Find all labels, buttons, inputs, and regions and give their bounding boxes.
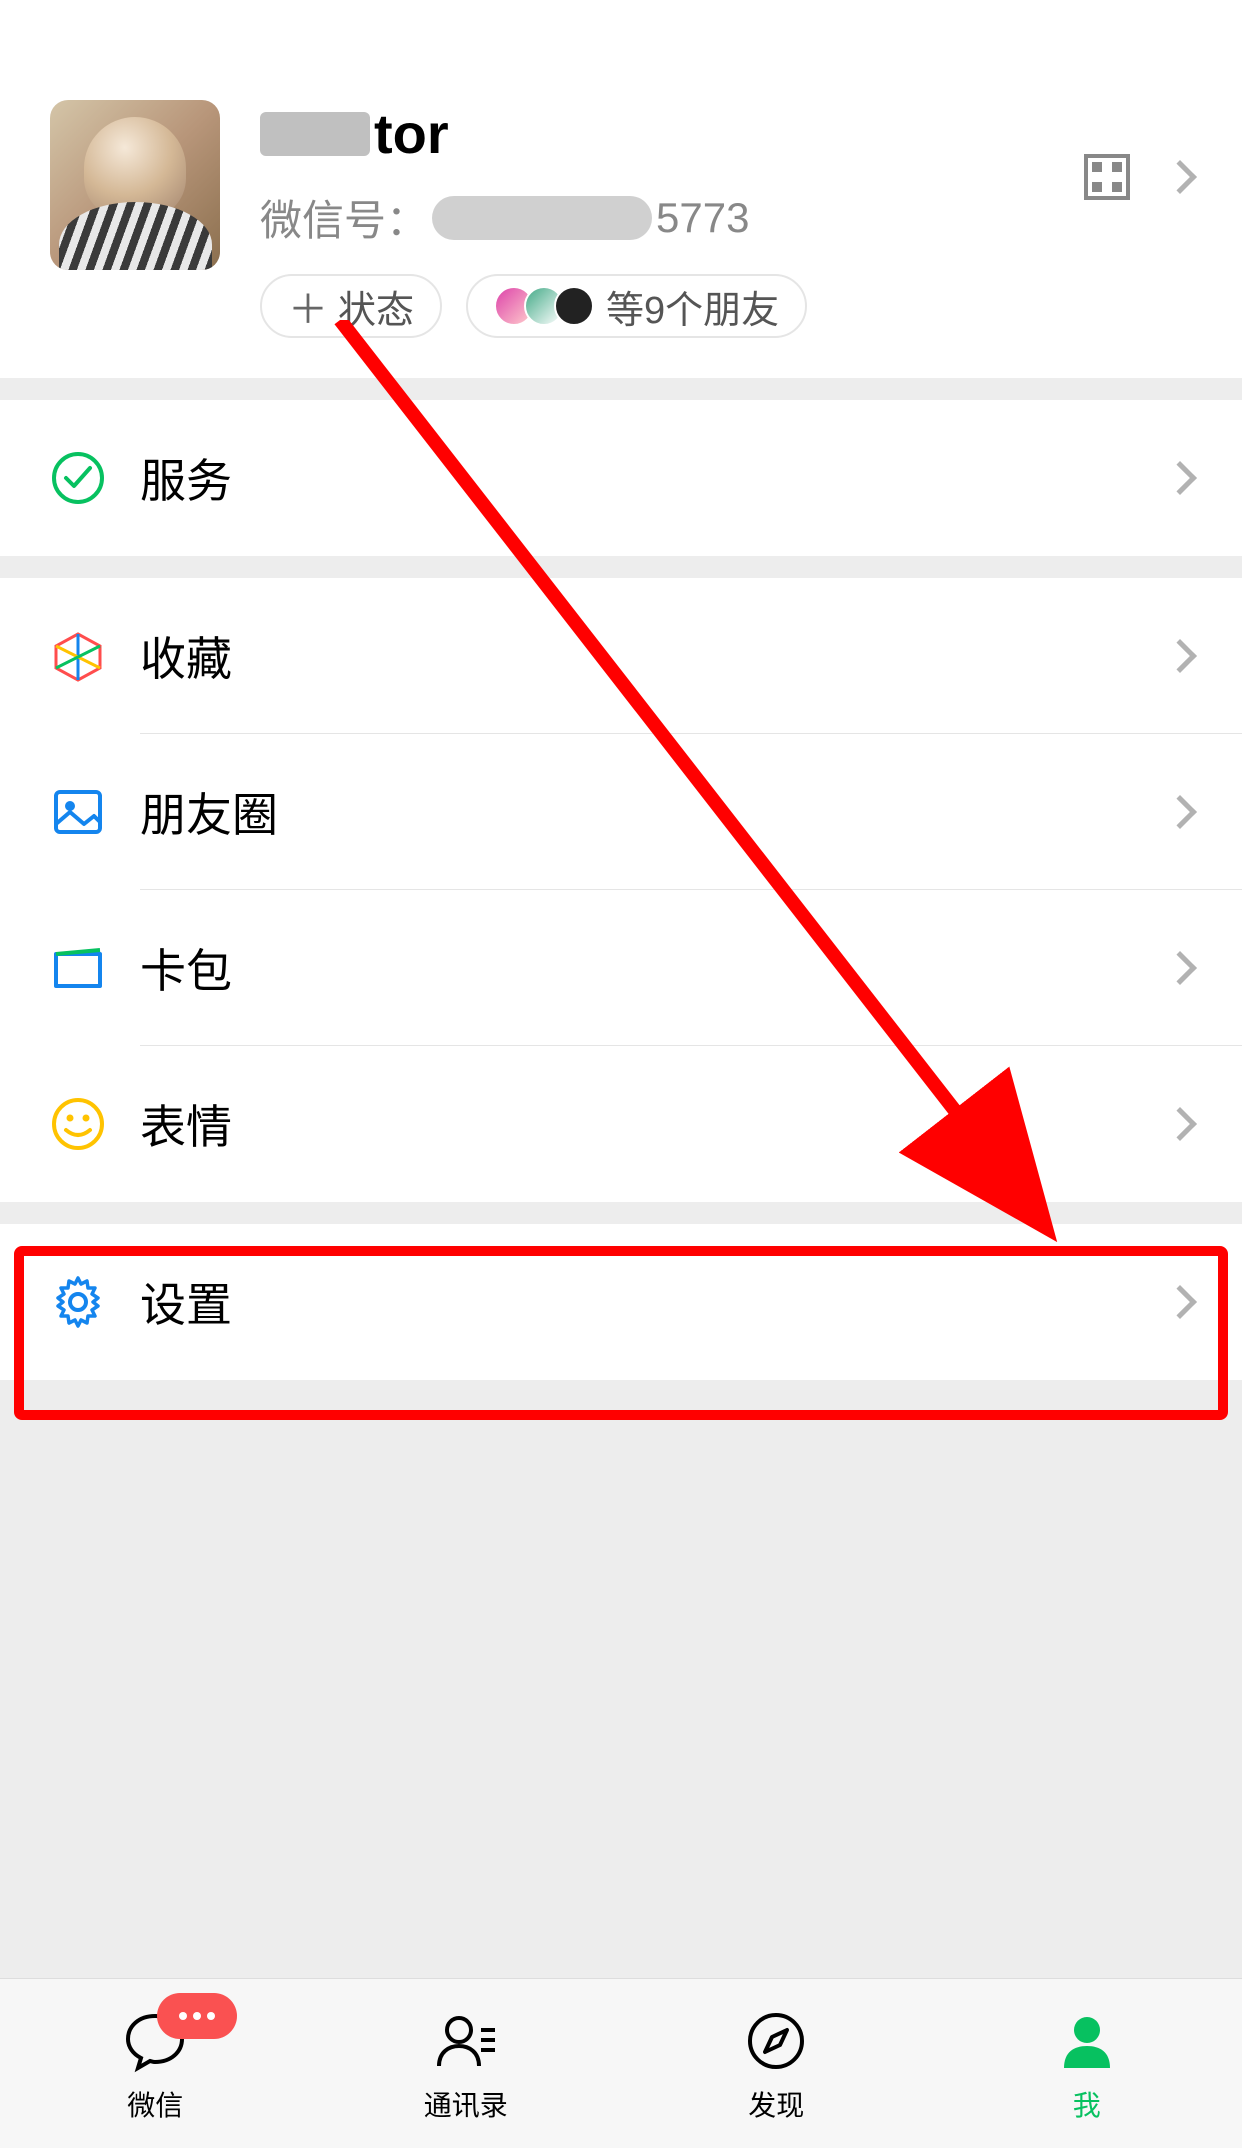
menu-cards[interactable]: 卡包	[0, 890, 1242, 1046]
chevron-right-icon	[1163, 1107, 1197, 1141]
friends-status-button[interactable]: 等9个朋友	[466, 274, 807, 338]
tab-contacts-label: 通讯录	[424, 2084, 508, 2124]
chevron-right-icon	[1163, 1285, 1197, 1319]
profile-name: tor	[260, 100, 1084, 167]
discover-icon	[739, 2004, 813, 2078]
notification-badge-icon	[157, 1993, 237, 2039]
services-icon	[50, 450, 106, 506]
menu-favorites[interactable]: 收藏	[0, 578, 1242, 734]
chevron-right-icon	[1163, 951, 1197, 985]
tab-me-label: 我	[1073, 2084, 1101, 2124]
tab-discover-label: 发现	[748, 2084, 804, 2124]
name-redacted	[260, 112, 370, 156]
tab-discover[interactable]: 发现	[621, 1979, 932, 2148]
settings-label: 设置	[140, 1269, 1168, 1335]
moments-label: 朋友圈	[140, 779, 1168, 845]
qr-chevron-group	[1084, 154, 1192, 200]
qrcode-icon[interactable]	[1084, 154, 1130, 200]
profile-header[interactable]: tor 微信号： 5773 ＋ 状态 等9个朋友	[0, 0, 1242, 378]
moments-icon	[50, 784, 106, 840]
chevron-right-icon	[1163, 639, 1197, 673]
friends-avatars-icon	[494, 286, 594, 326]
services-label: 服务	[140, 445, 1168, 511]
wechat-id-row: 微信号： 5773	[260, 187, 1084, 248]
cards-label: 卡包	[140, 935, 1168, 1001]
cards-icon	[50, 940, 106, 996]
wechat-id-suffix: 5773	[656, 194, 749, 242]
tab-chat-label: 微信	[127, 2084, 183, 2124]
me-icon	[1050, 2004, 1124, 2078]
friends-label: 等9个朋友	[606, 279, 779, 334]
avatar[interactable]	[50, 100, 220, 270]
status-button[interactable]: ＋ 状态	[260, 274, 442, 338]
wechat-id-label: 微信号：	[260, 187, 428, 248]
tab-contacts[interactable]: 通讯录	[311, 1979, 622, 2148]
menu-settings[interactable]: 设置	[0, 1224, 1242, 1380]
chevron-right-icon	[1163, 795, 1197, 829]
stickers-label: 表情	[140, 1091, 1168, 1157]
favorites-icon	[50, 628, 106, 684]
status-label: 状态	[338, 279, 414, 334]
settings-icon	[50, 1274, 106, 1330]
chevron-right-icon	[1163, 160, 1197, 194]
menu-moments[interactable]: 朋友圈	[0, 734, 1242, 890]
menu-stickers[interactable]: 表情	[0, 1046, 1242, 1202]
favorites-label: 收藏	[140, 623, 1168, 689]
wechat-id-redacted	[432, 196, 652, 240]
stickers-icon	[50, 1096, 106, 1152]
plus-icon: ＋	[288, 277, 328, 335]
tab-me[interactable]: 我	[932, 1979, 1242, 2148]
profile-info: tor 微信号： 5773 ＋ 状态 等9个朋友	[260, 100, 1084, 338]
tabbar: 微信 通讯录 发现 我	[0, 1978, 1242, 2148]
contacts-icon	[429, 2004, 503, 2078]
name-suffix: tor	[374, 100, 449, 167]
chevron-right-icon	[1163, 461, 1197, 495]
menu-services[interactable]: 服务	[0, 400, 1242, 556]
tab-chat[interactable]: 微信	[0, 1979, 311, 2148]
